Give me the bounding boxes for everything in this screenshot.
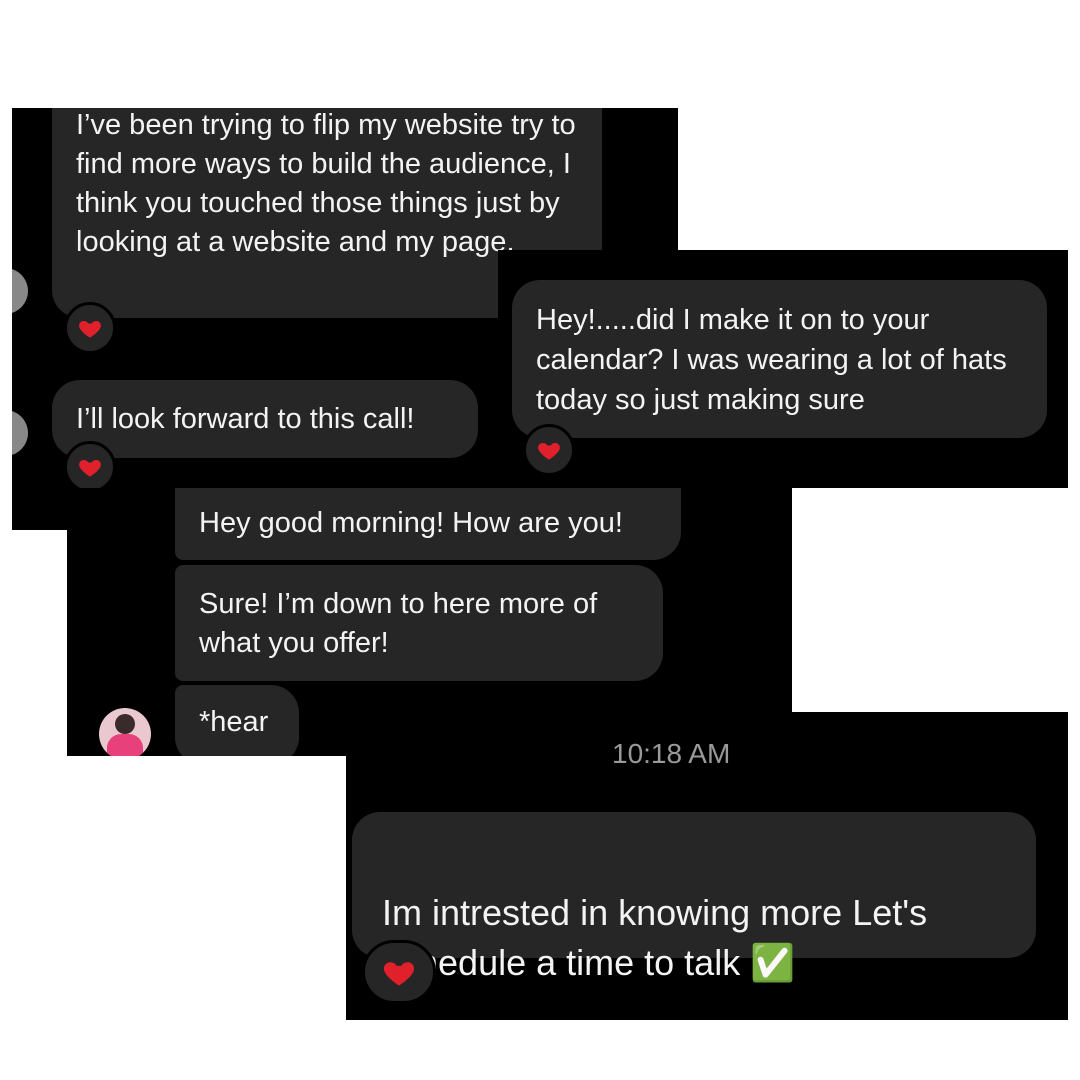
avatar[interactable] [12,268,28,314]
message-text: Im intrested in knowing more Let's sched… [382,892,928,983]
heart-icon [383,962,415,986]
screenshot-panel-2: Hey!.....did I make it on to your calend… [498,250,1068,488]
message-bubble[interactable]: Hey good morning! How are you! [175,488,681,560]
timestamp: 10:18 AM [612,738,731,769]
heart-reaction[interactable] [64,302,116,354]
heart-reaction[interactable] [362,940,436,1004]
heart-icon [79,459,101,477]
message-bubble[interactable]: *hear [175,685,299,756]
heart-icon [79,320,101,338]
heart-icon [538,442,560,460]
message-bubble[interactable]: Sure! I’m down to here more of what you … [175,565,663,681]
avatar[interactable] [99,708,151,756]
avatar[interactable] [12,410,28,456]
message-bubble[interactable]: I’ll look forward to this call! [52,380,478,458]
heart-reaction[interactable] [64,441,116,493]
message-bubble[interactable]: Im intrested in knowing more Let's sched… [352,812,1036,983]
message-bubble[interactable]: Hey!.....did I make it on to your calend… [512,280,1047,438]
heart-reaction[interactable] [523,424,575,476]
screenshot-panel-4: 10:18 AM Im intrested in knowing more Le… [346,712,1068,1020]
